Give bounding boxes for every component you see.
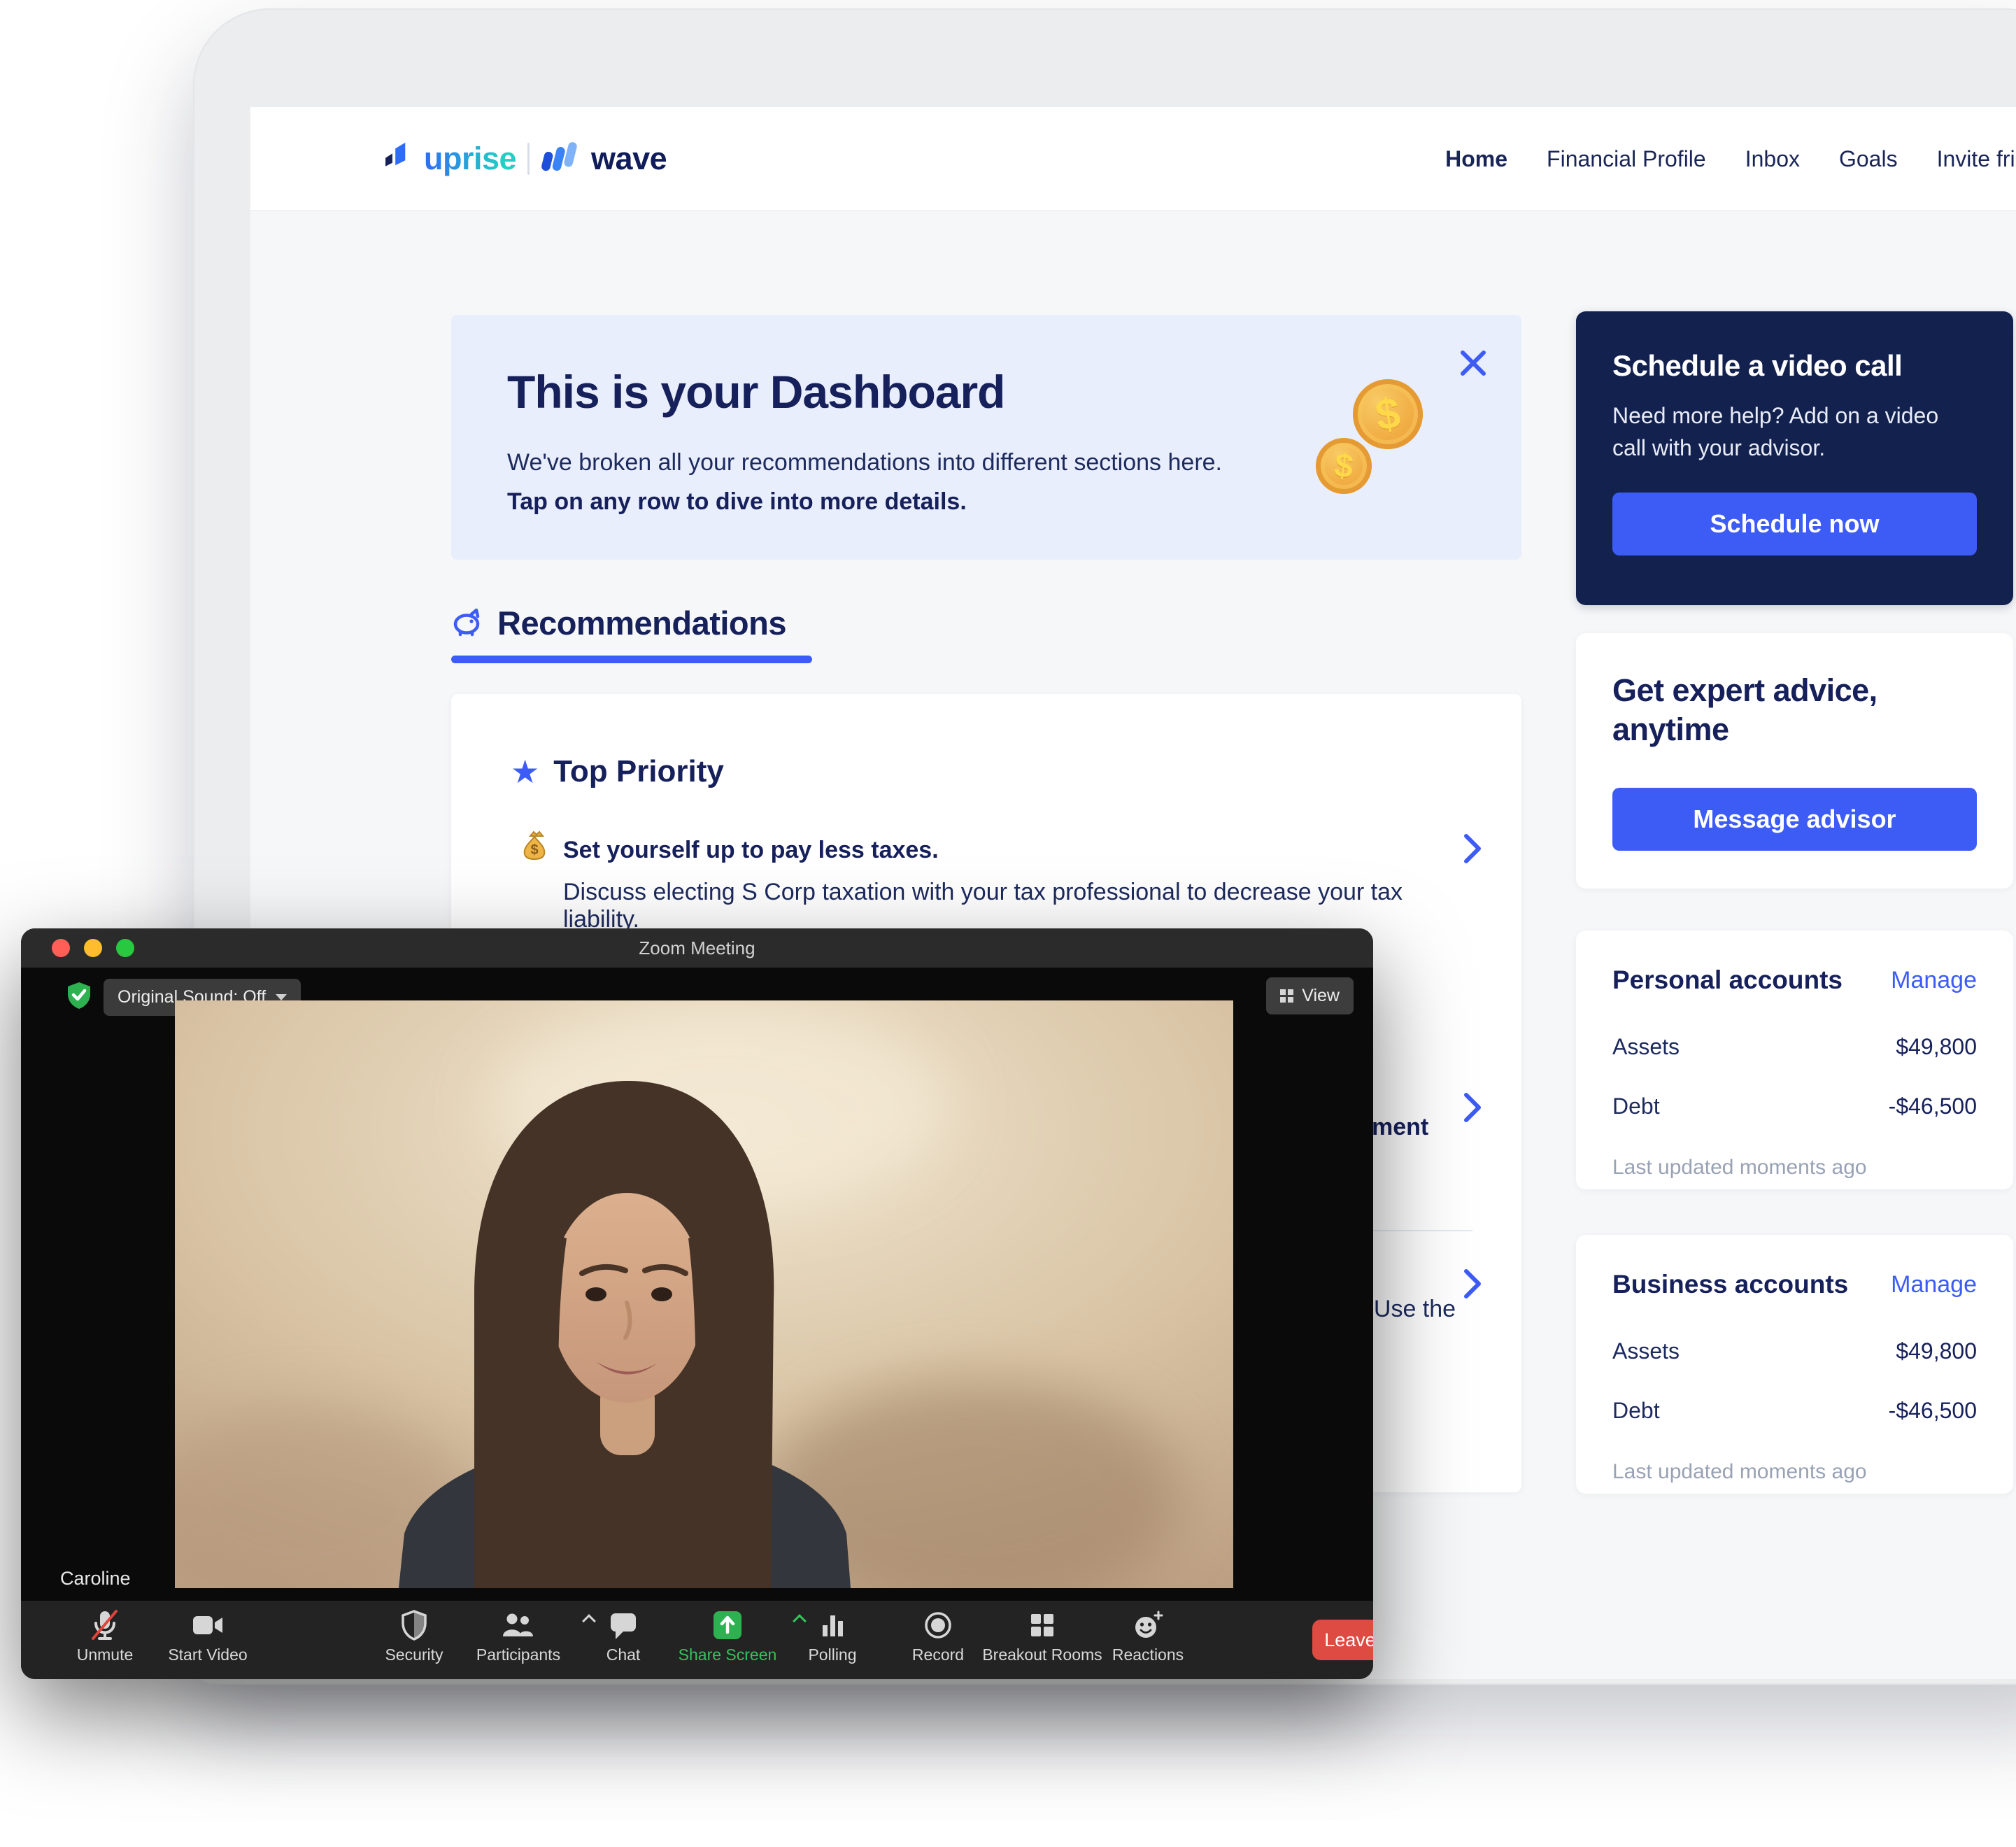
- assets-row: Assets $49,800: [1612, 1034, 1977, 1059]
- coin-illustration-small: $: [1312, 434, 1376, 498]
- app-header: uprise wave Home Financial Profile Inbox…: [250, 107, 2016, 211]
- record-button[interactable]: Record: [882, 1609, 994, 1664]
- zoom-meeting-window: Zoom Meeting Original Sound: Off View Ca…: [21, 928, 1373, 1679]
- manage-link[interactable]: Manage: [1891, 967, 1977, 994]
- last-updated-text: Last updated moments ago: [1612, 1156, 1867, 1179]
- marketing-composite: uprise wave Home Financial Profile Inbox…: [0, 0, 2016, 1847]
- schedule-card-title: Schedule a video call: [1612, 349, 1903, 382]
- chat-bubble-icon: [609, 1609, 638, 1641]
- schedule-card-body: Need more help? Add on a video call with…: [1612, 403, 1939, 461]
- expert-advice-card: Get expert advice, anytime Message advis…: [1576, 633, 2013, 889]
- close-window-button[interactable]: [52, 939, 70, 957]
- personal-accounts-card: Personal accounts Manage Assets $49,800 …: [1576, 930, 2013, 1189]
- logo-divider: [527, 143, 530, 175]
- chevron-down-icon: [276, 994, 288, 1000]
- security-button[interactable]: Security: [358, 1609, 470, 1664]
- main-nav: Home Financial Profile Inbox Goals Invit…: [1445, 107, 2016, 211]
- money-bag-icon: $: [518, 830, 551, 867]
- nav-item-goals[interactable]: Goals: [1839, 146, 1898, 172]
- dashboard-intro-banner: This is your Dashboard We've broken all …: [451, 315, 1521, 560]
- active-tab-underline: [451, 656, 812, 663]
- uprise-wordmark: uprise: [424, 141, 517, 176]
- banner-description: We've broken all your recommendations in…: [507, 449, 1222, 476]
- wave-wordmark: wave: [591, 141, 667, 176]
- svg-text:$: $: [530, 842, 538, 858]
- recommendation-row-title-fragment: ment: [1372, 1114, 1429, 1140]
- polling-button[interactable]: Polling: [776, 1609, 888, 1664]
- shield-icon: [401, 1609, 427, 1641]
- wave-logo-icon: [541, 140, 580, 178]
- nav-item-invite-friends[interactable]: Invite friends: [1937, 146, 2016, 172]
- uprise-logo-icon: [382, 141, 413, 178]
- participants-icon: [502, 1609, 596, 1641]
- share-screen-icon: [712, 1609, 807, 1641]
- smiley-reactions-icon: [1132, 1609, 1164, 1641]
- debt-row: Debt -$46,500: [1612, 1398, 1977, 1423]
- recommendations-heading: Recommendations: [497, 604, 786, 642]
- recommendation-row-subtitle: Discuss electing S Corp taxation with yo…: [563, 879, 1403, 933]
- brand-logo: uprise wave: [382, 107, 667, 211]
- banner-title: This is your Dashboard: [507, 366, 1005, 418]
- zoom-toolbar: Unmute Start Video Security Participants…: [21, 1601, 1373, 1679]
- message-advisor-button[interactable]: Message advisor: [1612, 788, 1977, 851]
- share-screen-button[interactable]: Share Screen: [672, 1609, 807, 1664]
- nav-item-home[interactable]: Home: [1445, 146, 1507, 172]
- breakout-rooms-button[interactable]: Breakout Rooms: [982, 1609, 1102, 1664]
- participants-button[interactable]: Participants: [462, 1609, 596, 1664]
- zoom-title-bar[interactable]: Zoom Meeting: [21, 928, 1373, 968]
- zoom-video-stage: Original Sound: Off View Caroline: [21, 968, 1373, 1601]
- audio-shield-icon: [66, 981, 92, 1014]
- zoom-window-title: Zoom Meeting: [639, 937, 755, 958]
- participant-name-label: Caroline: [60, 1568, 131, 1589]
- manage-link[interactable]: Manage: [1891, 1271, 1977, 1298]
- microphone-muted-icon: [90, 1609, 120, 1641]
- video-camera-icon: [192, 1609, 224, 1641]
- breakout-rooms-icon: [1028, 1609, 1056, 1641]
- reactions-button[interactable]: Reactions: [1092, 1609, 1204, 1664]
- star-icon: ★: [511, 753, 540, 790]
- piggy-bank-icon: [451, 606, 483, 640]
- record-circle-icon: [923, 1609, 953, 1641]
- chat-button[interactable]: Chat: [567, 1609, 679, 1664]
- recommendation-row-title[interactable]: Set yourself up to pay less taxes.: [563, 837, 939, 864]
- chevron-right-icon[interactable]: [1463, 1268, 1482, 1303]
- last-updated-text: Last updated moments ago: [1612, 1460, 1867, 1483]
- gallery-view-icon: [1280, 989, 1294, 1003]
- leave-meeting-button[interactable]: Leave: [1312, 1620, 1373, 1660]
- advice-card-title: Get expert advice, anytime: [1612, 672, 1877, 748]
- chevron-right-icon[interactable]: [1463, 1091, 1482, 1127]
- debt-row: Debt -$46,500: [1612, 1094, 1977, 1119]
- nav-item-inbox[interactable]: Inbox: [1745, 146, 1800, 172]
- nav-item-financial-profile[interactable]: Financial Profile: [1547, 146, 1706, 172]
- coin-illustration-large: $: [1348, 374, 1428, 454]
- banner-description-bold: Tap on any row to dive into more details…: [507, 488, 967, 515]
- business-accounts-card: Business accounts Manage Assets $49,800 …: [1576, 1235, 2013, 1494]
- tab-recommendations[interactable]: Recommendations: [451, 604, 786, 642]
- close-icon[interactable]: [1457, 347, 1489, 379]
- fullscreen-window-button[interactable]: [116, 939, 134, 957]
- window-controls: [52, 939, 134, 957]
- schedule-now-button[interactable]: Schedule now: [1612, 492, 1977, 555]
- personal-accounts-title: Personal accounts: [1612, 965, 1843, 994]
- recommendation-row-text-fragment: . Use the: [1361, 1296, 1456, 1322]
- schedule-video-call-card: Schedule a video call Need more help? Ad…: [1576, 311, 2013, 605]
- assets-row: Assets $49,800: [1612, 1338, 1977, 1364]
- chevron-right-icon[interactable]: [1463, 833, 1482, 868]
- bar-chart-icon: [818, 1609, 846, 1641]
- minimize-window-button[interactable]: [84, 939, 102, 957]
- unmute-button[interactable]: Unmute: [49, 1609, 161, 1664]
- top-priority-heading: ★ Top Priority: [511, 753, 724, 790]
- view-button[interactable]: View: [1266, 977, 1354, 1014]
- participant-video: [175, 1000, 1233, 1588]
- business-accounts-title: Business accounts: [1612, 1270, 1849, 1298]
- start-video-button[interactable]: Start Video: [152, 1609, 264, 1664]
